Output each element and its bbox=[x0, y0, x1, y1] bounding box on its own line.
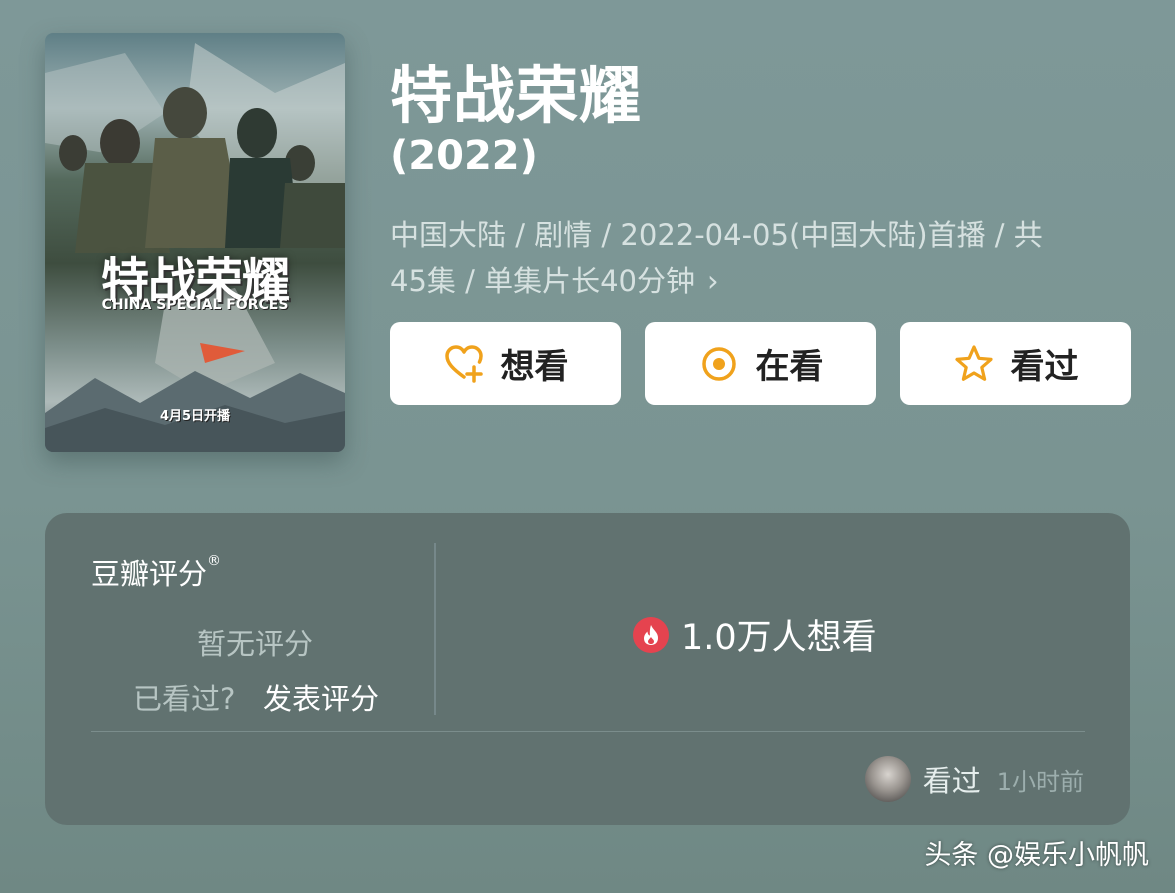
meta-line-1: 中国大陆 / 剧情 / 2022-04-05(中国大陆)首播 / 共 bbox=[390, 218, 1043, 252]
release-year: (2022) bbox=[390, 133, 538, 179]
watched-button[interactable]: 看过 bbox=[900, 322, 1131, 405]
page-title: 特战荣耀 bbox=[390, 59, 643, 132]
activity-label: 看过 bbox=[922, 764, 981, 798]
watching-button[interactable]: 在看 bbox=[645, 322, 876, 405]
activity-time: 1小时前 bbox=[996, 767, 1084, 796]
want-count-text: 1.0万人想看 bbox=[681, 618, 877, 658]
star-icon bbox=[954, 344, 993, 381]
meta-line-2: 45集 / 单集片长40分钟 bbox=[390, 264, 696, 298]
vertical-divider bbox=[434, 543, 436, 715]
douban-rating-label: 豆瓣评分® bbox=[91, 551, 221, 593]
target-circle-icon bbox=[701, 346, 736, 381]
horizontal-divider bbox=[91, 731, 1085, 732]
want-count[interactable]: 1.0万人想看 bbox=[633, 609, 877, 660]
flame-icon bbox=[633, 616, 669, 653]
poster-image[interactable]: 特战荣耀 CHINA SPECIAL FORCES 4月5日开播 bbox=[45, 33, 345, 452]
watermark: 头条 @娱乐小帆帆 bbox=[924, 840, 1149, 871]
friend-activity[interactable]: 看过 1小时前 bbox=[864, 756, 1084, 802]
poster-release-date: 4月5日开播 bbox=[159, 409, 231, 424]
registered-mark: ® bbox=[207, 553, 222, 569]
no-rating-text: 暂无评分 bbox=[197, 627, 314, 661]
want-to-watch-button[interactable]: 想看 bbox=[390, 322, 621, 405]
rating-label-text: 豆瓣评分 bbox=[91, 557, 208, 591]
watching-label: 在看 bbox=[755, 347, 824, 387]
post-rating-link[interactable]: 发表评分 bbox=[263, 676, 379, 718]
watched-label: 看过 bbox=[1010, 347, 1079, 387]
want-label: 想看 bbox=[500, 347, 569, 387]
rating-card: 豆瓣评分® 暂无评分 已看过? 发表评分 1.0万人想看 看过 1小时前 bbox=[45, 513, 1130, 825]
poster-subtitle: CHINA SPECIAL FORCES bbox=[101, 297, 289, 313]
heart-plus-icon bbox=[444, 344, 483, 383]
movie-meta[interactable]: 中国大陆 / 剧情 / 2022-04-05(中国大陆)首播 / 共 45集 /… bbox=[390, 212, 1130, 304]
chevron-right-icon: › bbox=[707, 264, 719, 298]
seen-question: 已看过? bbox=[133, 682, 236, 716]
avatar[interactable] bbox=[864, 756, 911, 802]
